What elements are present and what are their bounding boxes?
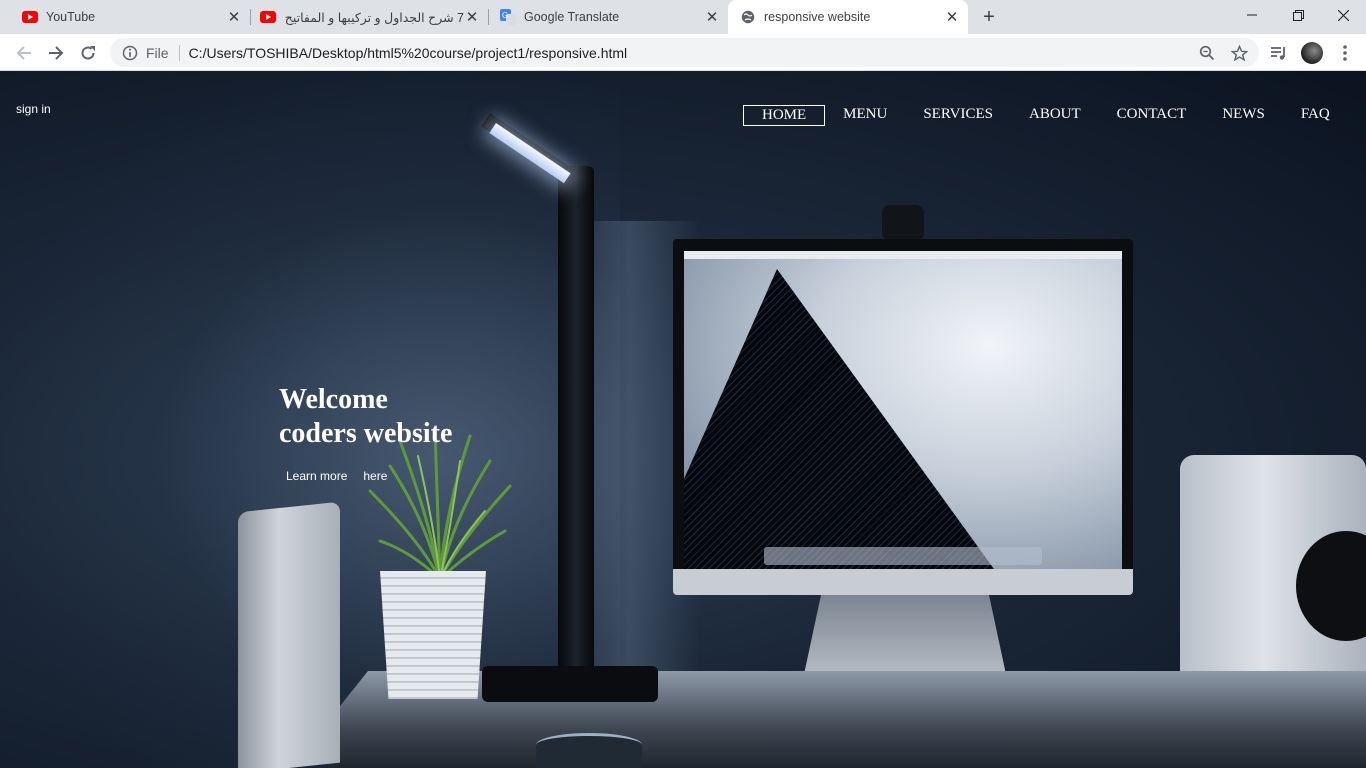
nav-menu[interactable]: MENU bbox=[825, 105, 905, 126]
new-tab-button[interactable]: + bbox=[979, 5, 999, 28]
scheme-label: File bbox=[146, 44, 169, 61]
monitor-chin bbox=[673, 569, 1133, 595]
dock-image bbox=[764, 547, 1042, 565]
web-page: sign in HOME MENU SERVICES ABOUT CONTACT… bbox=[0, 71, 1366, 768]
tab-title: Google Translate bbox=[524, 10, 620, 24]
building-image bbox=[684, 269, 994, 569]
browser-toolbar: File C:/Users/TOSHIBA/Desktop/html5%20co… bbox=[0, 34, 1366, 71]
restore-icon bbox=[1292, 9, 1304, 21]
tab-arabic-video[interactable]: 7 شرح الجداول و تركيبها و المفاتيح ✕ bbox=[238, 0, 488, 34]
tab-youtube[interactable]: YouTube ✕ bbox=[0, 0, 250, 34]
profile-button[interactable] bbox=[1301, 42, 1323, 64]
close-tab-icon[interactable]: ✕ bbox=[944, 9, 960, 26]
lamp-base bbox=[482, 666, 658, 702]
avatar bbox=[1301, 42, 1323, 64]
tab-title: responsive website bbox=[764, 10, 871, 24]
laptop-image bbox=[238, 501, 340, 768]
monitor-screen-image bbox=[684, 251, 1122, 569]
reload-button[interactable] bbox=[76, 41, 100, 65]
nav-about[interactable]: ABOUT bbox=[1011, 105, 1099, 126]
main-nav: HOME MENU SERVICES ABOUT CONTACT NEWS FA… bbox=[743, 105, 1348, 126]
browser-menu-button[interactable] bbox=[1334, 42, 1356, 64]
tab-google-translate[interactable]: G Google Translate ✕ bbox=[478, 0, 728, 34]
plant-leaves-image bbox=[368, 431, 512, 581]
youtube-icon bbox=[260, 9, 276, 25]
nav-news[interactable]: NEWS bbox=[1204, 105, 1283, 126]
arrow-left-icon bbox=[16, 46, 31, 60]
minimize-button[interactable] bbox=[1229, 0, 1275, 30]
screen-menubar bbox=[684, 251, 1122, 259]
close-tab-icon[interactable]: ✕ bbox=[704, 9, 720, 26]
tab-title: YouTube bbox=[46, 10, 96, 24]
lamp-image bbox=[558, 166, 594, 686]
minimize-icon bbox=[1247, 14, 1257, 16]
tab-title: 7 شرح الجداول و تركيبها و المفاتيح bbox=[284, 10, 464, 25]
restore-button[interactable] bbox=[1275, 0, 1321, 30]
address-bar[interactable]: File C:/Users/TOSHIBA/Desktop/html5%20co… bbox=[110, 38, 1259, 67]
address-divider bbox=[178, 44, 180, 61]
nav-faq[interactable]: FAQ bbox=[1283, 105, 1348, 126]
hero-heading: Welcome coders website bbox=[279, 383, 452, 451]
zoom-icon[interactable] bbox=[1198, 44, 1216, 62]
back-button[interactable] bbox=[12, 41, 36, 65]
mug-image bbox=[536, 733, 642, 768]
close-icon bbox=[1337, 9, 1349, 21]
url-text[interactable]: C:/Users/TOSHIBA/Desktop/html5%20course/… bbox=[189, 45, 628, 61]
globe-icon bbox=[740, 9, 756, 25]
forward-button[interactable] bbox=[44, 41, 68, 65]
reload-icon bbox=[81, 46, 95, 60]
hero-title-line2: coders website bbox=[279, 418, 453, 449]
tab-strip: YouTube ✕ 7 شرح الجداول و تركيبها و المف… bbox=[0, 0, 1366, 34]
tab-responsive-website[interactable]: responsive website ✕ bbox=[728, 0, 968, 34]
svg-text:G: G bbox=[502, 11, 508, 20]
plus-icon: + bbox=[983, 5, 995, 28]
webcam-image bbox=[882, 205, 924, 241]
learn-more-link[interactable]: Learn more bbox=[286, 469, 347, 483]
nav-contact[interactable]: CONTACT bbox=[1099, 105, 1205, 126]
more-vertical-icon bbox=[1343, 45, 1347, 61]
bookmark-star-icon[interactable] bbox=[1230, 44, 1248, 62]
hero-links: Learn more here bbox=[286, 469, 403, 483]
nav-services[interactable]: SERVICES bbox=[905, 105, 1011, 126]
translate-icon: G bbox=[500, 9, 516, 25]
close-window-button[interactable] bbox=[1320, 0, 1366, 30]
sign-in-link[interactable]: sign in bbox=[16, 102, 51, 116]
media-control-button[interactable] bbox=[1268, 42, 1290, 64]
playlist-icon bbox=[1271, 47, 1285, 60]
plant-pot-image bbox=[380, 571, 486, 699]
info-icon[interactable] bbox=[122, 45, 138, 61]
youtube-icon bbox=[22, 9, 38, 25]
arrow-right-icon bbox=[49, 46, 64, 60]
nav-home[interactable]: HOME bbox=[743, 105, 826, 126]
here-link[interactable]: here bbox=[363, 469, 387, 483]
hero-title-line1: Welcome bbox=[279, 384, 388, 415]
